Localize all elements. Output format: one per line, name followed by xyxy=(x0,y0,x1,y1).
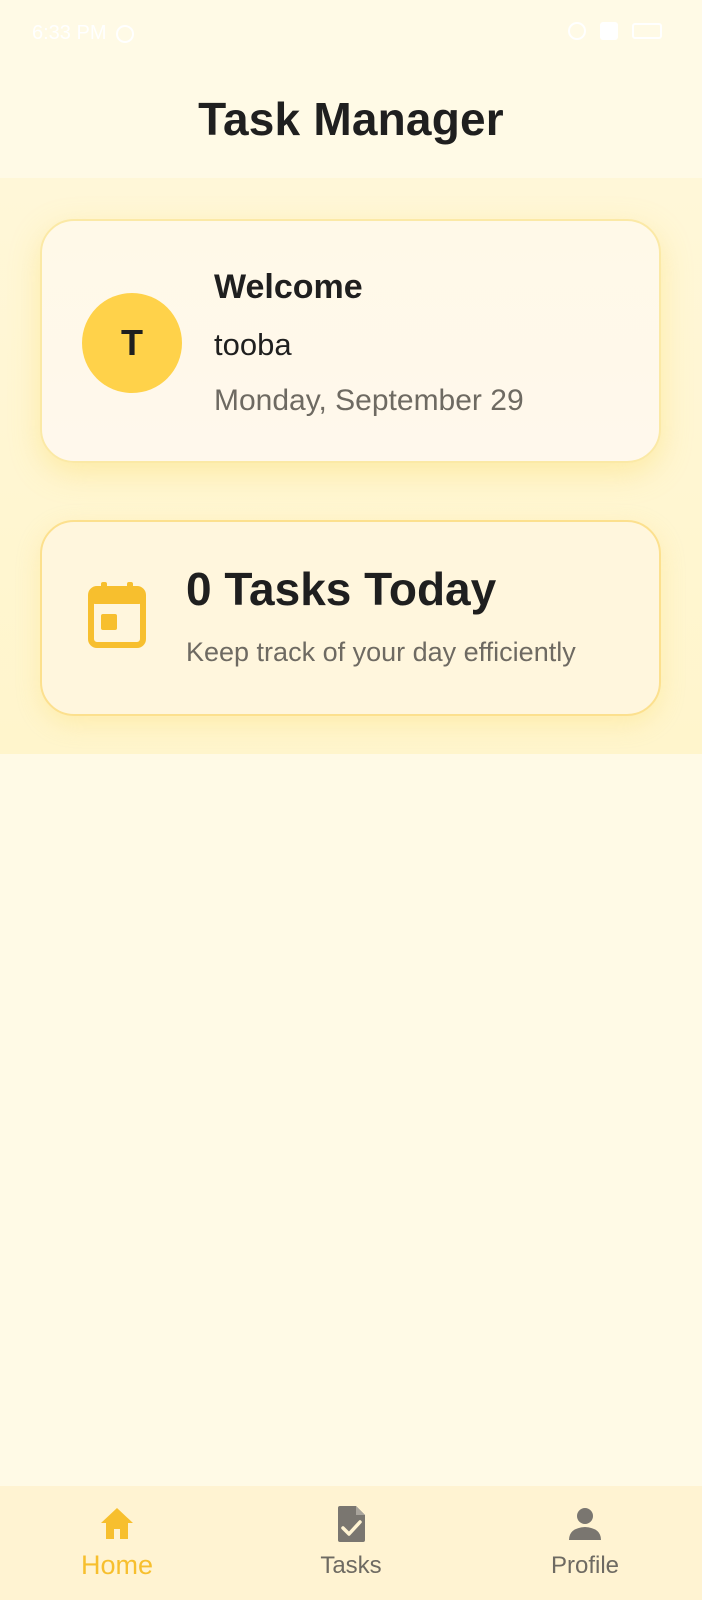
status-bar: 6:33 PM xyxy=(0,0,702,70)
tasks-subtitle: Keep track of your day efficiently xyxy=(186,637,576,667)
tasks-today-card[interactable]: 0 Tasks Today Keep track of your day eff… xyxy=(40,520,661,716)
page-title: Task Manager xyxy=(198,93,504,145)
alarm-icon xyxy=(116,24,135,43)
welcome-title: Welcome xyxy=(214,268,363,306)
tasks-count: 0 Tasks Today xyxy=(186,563,497,615)
home-icon xyxy=(101,1508,133,1539)
avatar[interactable]: T xyxy=(82,293,182,393)
nav-label-home: Home xyxy=(80,1550,154,1580)
welcome-text: Welcome tooba Monday, September 29 xyxy=(214,265,524,423)
person-icon xyxy=(569,1508,601,1540)
status-time: 6:33 PM xyxy=(32,22,107,44)
task-document-icon xyxy=(338,1506,365,1542)
calendar-icon xyxy=(88,582,146,648)
status-right xyxy=(568,22,662,40)
nav-item-profile[interactable]: Profile xyxy=(468,1486,702,1600)
user-name: tooba xyxy=(214,327,292,362)
nav-item-home[interactable]: Home xyxy=(0,1486,234,1600)
wifi-icon xyxy=(568,22,586,40)
bottom-nav: Home Tasks Profile xyxy=(0,1486,702,1600)
nav-label-profile: Profile xyxy=(550,1552,620,1579)
tasks-text: 0 Tasks Today Keep track of your day eff… xyxy=(186,558,636,672)
welcome-card: T Welcome tooba Monday, September 29 xyxy=(40,219,661,463)
battery-icon xyxy=(632,23,662,39)
current-date: Monday, September 29 xyxy=(214,384,524,417)
status-left: 6:33 PM xyxy=(32,22,135,45)
nav-label-tasks: Tasks xyxy=(320,1552,382,1579)
nav-item-tasks[interactable]: Tasks xyxy=(234,1486,468,1600)
signal-icon xyxy=(600,22,618,40)
